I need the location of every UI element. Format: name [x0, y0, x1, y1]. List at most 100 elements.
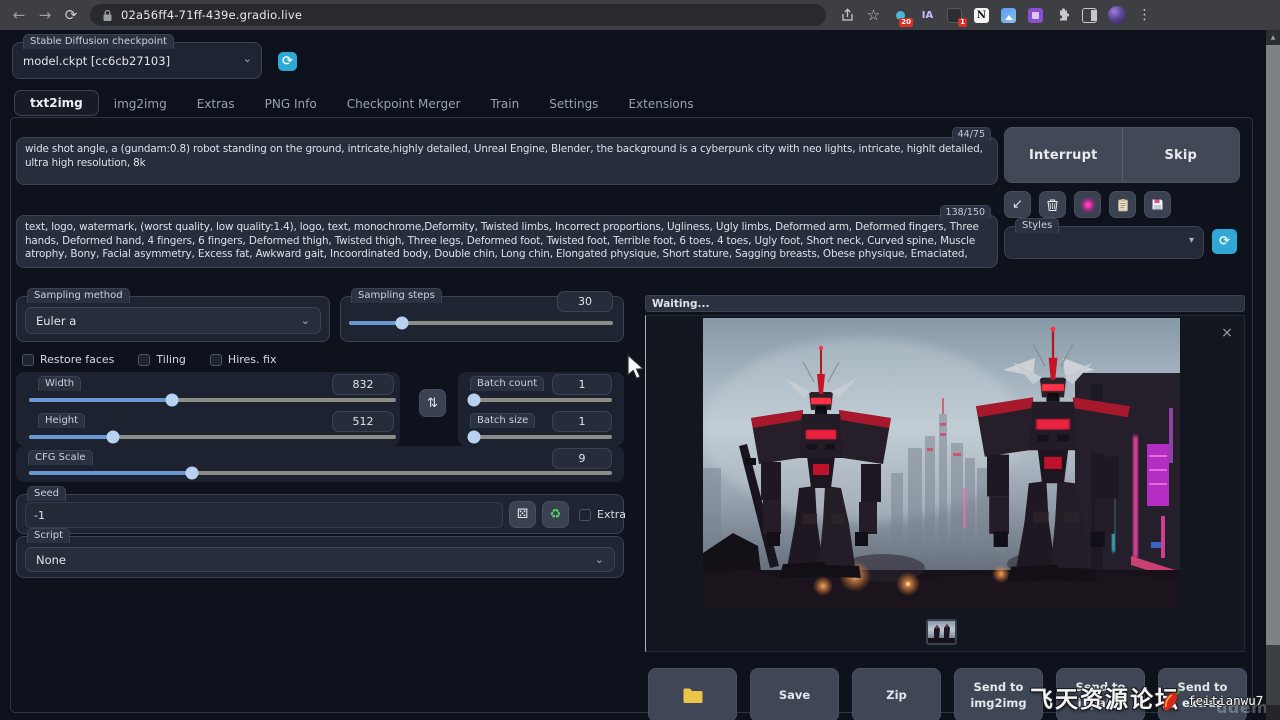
gallery-thumbnail[interactable]	[926, 619, 957, 645]
reload-icon[interactable]: ⟳	[58, 6, 84, 24]
tab-txt2img[interactable]: txt2img	[14, 90, 99, 116]
close-icon[interactable]: ×	[1218, 324, 1236, 342]
extension-purple-icon[interactable]	[1027, 7, 1044, 24]
batch-count-slider[interactable]	[468, 398, 612, 402]
extension-capture-icon[interactable]: 1	[946, 7, 963, 24]
feature-toggles: Restore faces Tiling Hires. fix	[22, 353, 276, 366]
sidebar-toggle-icon[interactable]	[1081, 7, 1098, 24]
sampling-steps-input[interactable]: 30	[557, 291, 613, 312]
reuse-seed-button[interactable]: ♻	[542, 501, 569, 528]
checkpoint-value: model.ckpt [cc6cb27103]	[23, 54, 233, 68]
batch-count-input[interactable]: 1	[552, 374, 612, 395]
mouse-cursor	[627, 354, 649, 384]
checkpoint-dropdown[interactable]: Stable Diffusion checkpoint model.ckpt […	[12, 42, 262, 79]
restore-faces-checkbox[interactable]: Restore faces	[22, 353, 114, 366]
trash-icon	[1046, 198, 1059, 212]
batch-size-input[interactable]: 1	[552, 411, 612, 432]
profile-avatar[interactable]	[1108, 6, 1126, 24]
height-input[interactable]: 512	[332, 411, 394, 432]
swap-dimensions-button[interactable]: ⇅	[419, 389, 446, 417]
forward-icon[interactable]: →	[32, 6, 58, 24]
tab-settings[interactable]: Settings	[534, 92, 613, 116]
skip-button[interactable]: Skip	[1122, 128, 1240, 182]
slider-handle[interactable]	[395, 317, 408, 330]
scroll-up-icon[interactable]: ▲	[1266, 30, 1280, 45]
chevron-down-icon: ⌄	[595, 553, 604, 566]
paste-generation-params-button[interactable]: ↙	[1004, 191, 1031, 218]
negative-prompt-input[interactable]: text, logo, watermark, (worst quality, l…	[17, 216, 997, 267]
copy-style-button[interactable]	[1109, 191, 1136, 218]
slider-handle[interactable]	[467, 431, 480, 444]
url-text: 02a56ff4-71ff-439e.gradio.live	[121, 8, 302, 22]
open-folder-button[interactable]	[648, 668, 737, 720]
hires-fix-checkbox[interactable]: Hires. fix	[210, 353, 277, 366]
generated-image[interactable]	[703, 318, 1180, 608]
slider-handle[interactable]	[107, 431, 120, 444]
width-input[interactable]: 832	[332, 374, 394, 395]
cfg-scale-input[interactable]: 9	[552, 448, 612, 469]
save-style-button[interactable]	[1144, 191, 1171, 218]
bookmark-star-icon[interactable]: ☆	[865, 7, 882, 24]
arrow-down-left-icon: ↙	[1012, 197, 1023, 212]
slider-handle[interactable]	[467, 394, 480, 407]
sampling-method-group: Sampling method Euler a ⌄	[16, 296, 330, 342]
checkpoint-refresh-button[interactable]: ⟳	[278, 52, 297, 71]
slider-handle[interactable]	[166, 394, 179, 407]
batch-size-slider[interactable]	[468, 435, 612, 439]
progress-status: Waiting...	[652, 298, 709, 310]
tab-extras[interactable]: Extras	[182, 92, 250, 116]
chevron-down-icon: ⌄	[301, 314, 310, 327]
zip-button[interactable]: Zip	[852, 668, 941, 720]
scrollbar-thumb[interactable]	[1266, 45, 1280, 645]
scrollbar-track[interactable]	[1266, 645, 1280, 705]
address-bar[interactable]: 02a56ff4-71ff-439e.gradio.live	[90, 4, 826, 26]
extension-pin-icon[interactable]: 20	[892, 7, 909, 24]
prompt-input[interactable]: wide shot angle, a (gundam:0.8) robot st…	[17, 138, 997, 184]
thumbnail-image	[928, 621, 955, 643]
seed-input[interactable]: -1	[25, 502, 503, 528]
slider-handle[interactable]	[186, 467, 199, 480]
extension-badge-count: 20	[899, 18, 913, 27]
tab-checkpoint-merger[interactable]: Checkpoint Merger	[332, 92, 476, 116]
floppy-disk-icon	[1151, 198, 1164, 211]
sampling-steps-slider[interactable]	[349, 321, 613, 325]
cfg-scale-slider[interactable]	[29, 471, 612, 475]
script-select[interactable]: None ⌄	[25, 547, 615, 572]
save-button[interactable]: Save	[750, 668, 839, 720]
checkpoint-label: Stable Diffusion checkpoint	[23, 34, 174, 49]
share-icon[interactable]	[840, 8, 855, 23]
tab-png-info[interactable]: PNG Info	[250, 92, 332, 116]
watermark-site-name: 飞天资源论坛	[1030, 680, 1180, 714]
sampling-method-label: Sampling method	[27, 288, 130, 303]
tab-extensions[interactable]: Extensions	[613, 92, 708, 116]
height-slider[interactable]	[29, 435, 396, 439]
random-seed-button[interactable]: ⚄	[509, 501, 536, 528]
seed-group: Seed -1 ⚄ ♻ Extra	[16, 494, 624, 534]
checkbox-icon	[579, 509, 591, 521]
script-value: None	[36, 553, 66, 567]
chili-pepper-icon	[1160, 685, 1184, 713]
sampling-steps-label: Sampling steps	[351, 288, 442, 303]
cfg-scale-label: CFG Scale	[28, 450, 93, 465]
width-slider[interactable]	[29, 398, 396, 402]
tab-img2img[interactable]: img2img	[99, 92, 182, 116]
clear-prompt-button[interactable]	[1039, 191, 1066, 218]
back-icon[interactable]: ←	[6, 6, 32, 24]
page-scrollbar[interactable]: ▲	[1266, 30, 1280, 720]
extension-notion-icon[interactable]: N	[973, 7, 990, 24]
browser-toolbar: ← → ⟳ 02a56ff4-71ff-439e.gradio.live ☆ 2…	[0, 0, 1280, 30]
styles-refresh-button[interactable]: ⟳	[1212, 229, 1237, 254]
extensions-puzzle-icon[interactable]	[1054, 7, 1071, 24]
extension-ia-icon[interactable]: IA	[919, 7, 936, 24]
style-palette-button[interactable]	[1074, 191, 1101, 218]
chevron-down-icon: ⌄	[243, 52, 252, 65]
interrupt-button[interactable]: Interrupt	[1005, 128, 1122, 182]
generate-controls: Interrupt Skip	[1004, 127, 1240, 183]
sampling-method-select[interactable]: Euler a ⌄	[25, 307, 321, 334]
styles-dropdown[interactable]: Styles ▾	[1004, 226, 1204, 259]
tab-train[interactable]: Train	[475, 92, 534, 116]
browser-menu-icon[interactable]: ⋮	[1136, 7, 1153, 24]
tiling-checkbox[interactable]: Tiling	[138, 353, 186, 366]
extension-image-icon[interactable]	[1000, 7, 1017, 24]
extra-seed-checkbox[interactable]: Extra	[579, 508, 626, 521]
